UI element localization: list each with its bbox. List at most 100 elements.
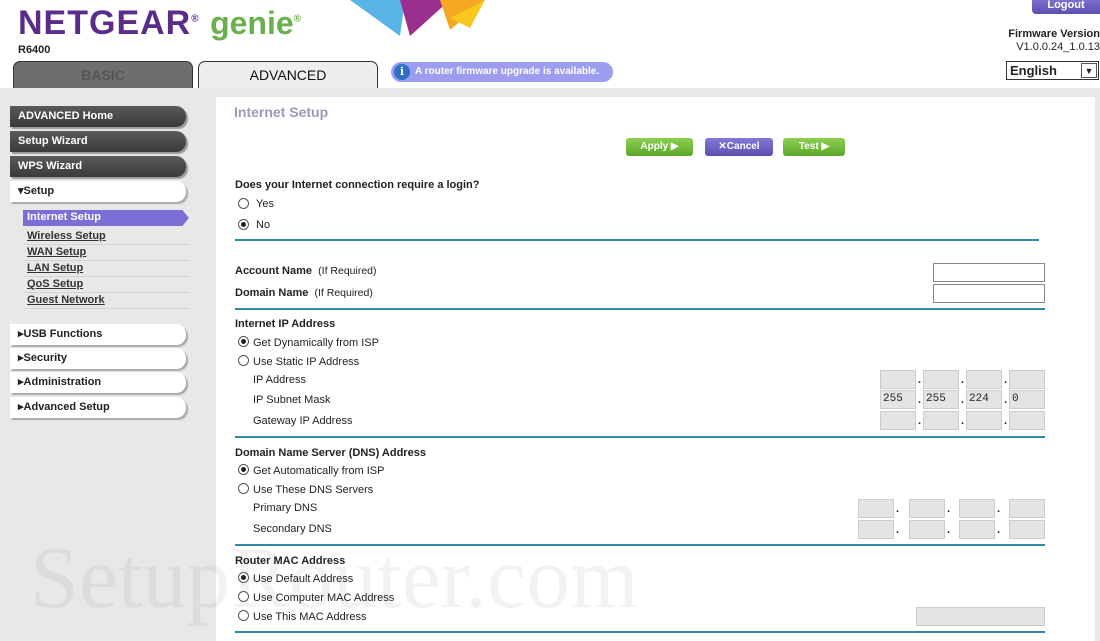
octet-separator: . (961, 415, 965, 427)
sidebar-sub-internet-setup[interactable]: Internet Setup (23, 210, 189, 226)
account-name-label: Account Name (If Required) (235, 265, 377, 277)
primary-dns-octet-2[interactable] (909, 499, 945, 518)
radio-label: Get Dynamically from ISP (253, 337, 379, 349)
test-button[interactable]: Test ▶ (783, 138, 845, 156)
octet-separator: . (918, 374, 922, 386)
octet-separator: . (947, 503, 951, 515)
sidebar-sub-qos-setup[interactable]: QoS Setup (23, 277, 189, 293)
ip-address-octet-3[interactable] (966, 370, 1002, 389)
divider (235, 239, 1039, 241)
octet-separator: . (896, 524, 900, 536)
sidebar-sub-lan-setup[interactable]: LAN Setup (23, 261, 189, 277)
firmware-version: V1.0.0.24_1.0.13 (1016, 41, 1100, 53)
sidebar-sub-wireless-setup[interactable]: Wireless Setup (23, 229, 189, 245)
radio-label: Use These DNS Servers (253, 484, 374, 496)
divider (235, 436, 1045, 438)
primary-dns-label: Primary DNS (253, 502, 318, 514)
sidebar-item-setup[interactable]: ▾Setup (10, 181, 186, 202)
radio-label: Use This MAC Address (253, 611, 367, 623)
sidebar-item-usb-functions[interactable]: ▸USB Functions (10, 324, 186, 345)
divider (235, 631, 1045, 633)
radio-ip-static[interactable] (238, 355, 249, 366)
radio-label: No (256, 219, 271, 231)
login-question: Does your Internet connection require a … (235, 179, 480, 191)
octet-separator: . (896, 503, 900, 515)
sidebar-item-advanced-setup[interactable]: ▸Advanced Setup (10, 397, 186, 418)
logo-graphic (350, 0, 485, 36)
mac-heading: Router MAC Address (235, 555, 346, 567)
radio-label: Use Static IP Address (253, 356, 360, 368)
divider (235, 308, 1045, 310)
subnet-mask-octet-3[interactable]: 224 (966, 390, 1002, 409)
domain-name-label: Domain Name (If Required) (235, 287, 373, 299)
sidebar-item-label: Security (23, 352, 67, 364)
firmware-info: Firmware Version V1.0.0.24_1.0.13 (1008, 28, 1100, 54)
octet-separator: . (997, 503, 1001, 515)
primary-dns-octet-3[interactable] (959, 499, 995, 518)
octet-separator: . (1004, 415, 1008, 427)
gateway-octet-3[interactable] (966, 411, 1002, 430)
sidebar-sub-wan-setup[interactable]: WAN Setup (23, 245, 189, 261)
octet-separator: . (947, 524, 951, 536)
octet-separator: . (997, 524, 1001, 536)
model-name: R6400 (18, 44, 51, 56)
domain-name-input[interactable] (933, 284, 1045, 303)
internet-ip-heading: Internet IP Address (235, 318, 336, 330)
page-title: Internet Setup (234, 104, 329, 120)
secondary-dns-octet-3[interactable] (959, 520, 995, 539)
account-name-input[interactable] (933, 263, 1045, 282)
netgear-genie-logo: NETGEAR® genie® (18, 4, 303, 42)
close-icon: ✕ (718, 141, 727, 152)
subnet-mask-octet-2[interactable]: 255 (923, 390, 959, 409)
ip-address-octet-1[interactable] (880, 370, 916, 389)
secondary-dns-octet-2[interactable] (909, 520, 945, 539)
sidebar-item-advanced-home[interactable]: ADVANCED Home (10, 106, 186, 127)
tab-advanced[interactable]: ADVANCED (198, 61, 378, 89)
radio-mac-default[interactable] (238, 572, 249, 583)
gateway-octet-4[interactable] (1009, 411, 1045, 430)
sidebar-item-security[interactable]: ▸Security (10, 348, 186, 369)
octet-separator: . (918, 394, 922, 406)
ip-address-octet-2[interactable] (923, 370, 959, 389)
radio-mac-computer[interactable] (238, 591, 249, 602)
firmware-upgrade-notice[interactable]: i A router firmware upgrade is available. (391, 62, 613, 82)
sidebar-item-label: Administration (23, 376, 102, 388)
radio-label: Use Computer MAC Address (253, 592, 395, 604)
sidebar-sub-guest-network[interactable]: Guest Network (23, 293, 189, 309)
radio-login-yes[interactable] (238, 198, 249, 209)
primary-dns-octet-1[interactable] (858, 499, 894, 518)
radio-mac-this[interactable] (238, 610, 249, 621)
sidebar-item-administration[interactable]: ▸Administration (10, 372, 186, 393)
secondary-dns-octet-1[interactable] (858, 520, 894, 539)
ip-address-octet-4[interactable] (1009, 370, 1045, 389)
radio-ip-dynamic[interactable] (238, 336, 249, 347)
mac-address-input[interactable] (916, 607, 1045, 626)
language-select[interactable]: English ▼ (1006, 61, 1099, 80)
sidebar-item-label: Setup (23, 185, 55, 197)
logout-button[interactable]: Logout (1032, 0, 1100, 14)
radio-label: Yes (256, 198, 274, 210)
cancel-button[interactable]: ✕Cancel (705, 138, 773, 156)
primary-dns-octet-4[interactable] (1009, 499, 1045, 518)
radio-login-no[interactable] (238, 219, 249, 230)
cancel-label: Cancel (726, 141, 760, 152)
secondary-dns-octet-4[interactable] (1009, 520, 1045, 539)
notice-text: A router firmware upgrade is available. (415, 66, 600, 77)
radio-dns-manual[interactable] (238, 483, 249, 494)
octet-separator: . (961, 374, 965, 386)
octet-separator: . (918, 415, 922, 427)
sidebar-item-wps-wizard[interactable]: WPS Wizard (10, 156, 186, 177)
sidebar-item-setup-wizard[interactable]: Setup Wizard (10, 131, 186, 152)
octet-separator: . (1004, 374, 1008, 386)
subnet-mask-octet-1[interactable]: 255 (880, 390, 916, 409)
dns-heading: Domain Name Server (DNS) Address (235, 447, 426, 459)
divider (235, 544, 1045, 546)
subnet-mask-octet-4[interactable]: 0 (1009, 390, 1045, 409)
radio-dns-auto[interactable] (238, 464, 249, 475)
gateway-octet-1[interactable] (880, 411, 916, 430)
apply-button[interactable]: Apply ▶ (626, 138, 693, 156)
language-value: English (1010, 63, 1057, 78)
gateway-label: Gateway IP Address (253, 415, 353, 427)
gateway-octet-2[interactable] (923, 411, 959, 430)
tab-basic[interactable]: BASIC (13, 61, 193, 89)
